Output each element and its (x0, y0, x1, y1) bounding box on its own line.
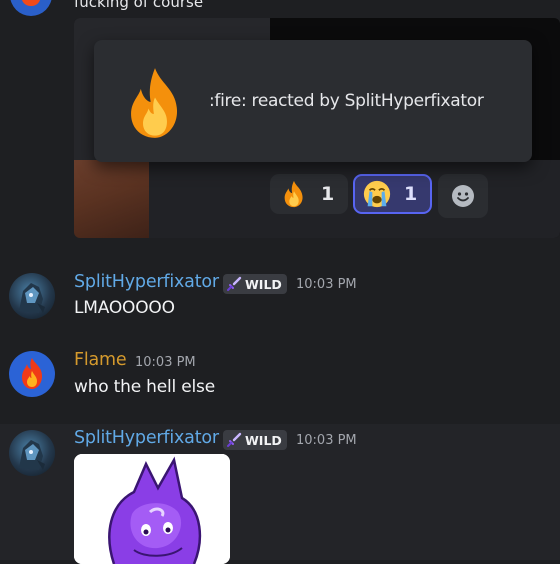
embed-thumbnail[interactable] (74, 160, 149, 238)
fire-emoji-icon (284, 180, 303, 208)
timestamp[interactable]: 10:03 PM (296, 277, 357, 292)
image-attachment[interactable] (74, 454, 230, 564)
message-text: who the hell else (74, 377, 215, 397)
sword-icon (227, 432, 242, 447)
timestamp[interactable]: 10:03 PM (135, 355, 196, 370)
avatar-art (19, 440, 45, 470)
sword-icon (227, 276, 242, 291)
avatar-flame-top[interactable] (10, 0, 52, 16)
add-reaction-button[interactable] (438, 174, 488, 218)
purple-character-art (74, 454, 230, 564)
username-splithyperfixator[interactable]: SplitHyperfixator (74, 272, 219, 292)
guild-tag-label: WILD (245, 432, 282, 448)
flame-icon (22, 358, 42, 389)
reaction-crying-count: 1 (404, 183, 418, 205)
avatar-splithyperfixator[interactable] (9, 430, 55, 476)
avatar-art (19, 283, 45, 313)
loudly-crying-emoji-icon (363, 180, 391, 208)
message-text: LMAOOOOO (74, 298, 175, 318)
smiley-face-icon (452, 185, 474, 207)
reaction-fire[interactable]: 1 (270, 174, 348, 214)
username-flame[interactable]: Flame (74, 350, 127, 370)
reaction-crying[interactable]: 1 (353, 174, 432, 214)
avatar-splithyperfixator[interactable] (9, 273, 55, 319)
message-text-top: fucking of course (74, 0, 204, 11)
guild-tag-wild[interactable]: WILD (223, 430, 287, 450)
fire-emoji-icon (131, 68, 178, 138)
username-splithyperfixator[interactable]: SplitHyperfixator (74, 428, 219, 448)
reaction-tooltip: :fire: reacted by SplitHyperfixator (94, 40, 532, 162)
tooltip-text: :fire: reacted by SplitHyperfixator (209, 91, 484, 111)
guild-tag-wild[interactable]: WILD (223, 274, 287, 294)
reaction-fire-count: 1 (321, 183, 335, 205)
avatar-flame[interactable] (9, 351, 55, 397)
timestamp[interactable]: 10:03 PM (296, 433, 357, 448)
guild-tag-label: WILD (245, 276, 282, 292)
